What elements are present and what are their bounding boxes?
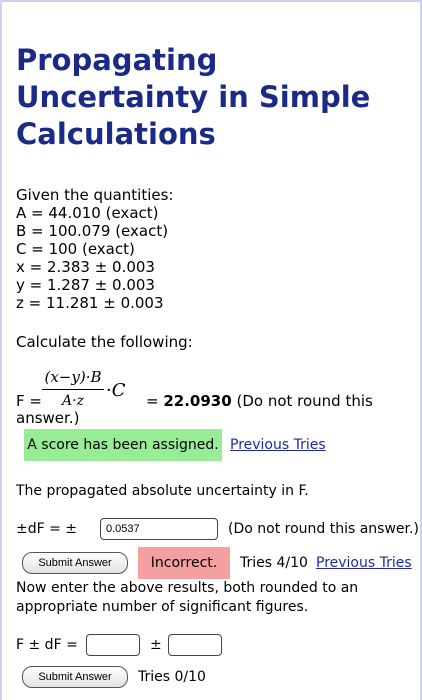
- previous-tries-link[interactable]: Previous Tries: [230, 437, 326, 453]
- calculate-header: Calculate the following:: [16, 333, 193, 351]
- given-line-z: z = 11.281 ± 0.003: [16, 294, 164, 312]
- given-line-c: C = 100 (exact): [16, 240, 135, 258]
- formula-fraction: (x−y)·B A·z: [42, 367, 104, 410]
- formula-times-c: ·C: [106, 380, 126, 401]
- given-quantities: Given the quantities: A = 44.010 (exact)…: [16, 186, 173, 312]
- tries-count: Tries 4/10: [240, 555, 308, 571]
- formula-numerator: (x−y)·B: [44, 368, 102, 386]
- plus-minus-sign: ±: [150, 637, 162, 653]
- given-line-x: x = 2.383 ± 0.003: [16, 258, 155, 276]
- page-title: Propagating Uncertainty in Simple Calcul…: [16, 43, 371, 151]
- submit-row-df: Submit Answer Incorrect. Tries 4/10 Prev…: [22, 547, 422, 579]
- f-value-input[interactable]: [86, 634, 140, 656]
- final-label: F ± dF =: [16, 637, 78, 653]
- previous-tries-link[interactable]: Previous Tries: [316, 555, 412, 571]
- given-line-y: y = 1.287 ± 0.003: [16, 276, 155, 294]
- page-frame: Propagating Uncertainty in Simple Calcul…: [0, 0, 422, 700]
- incorrect-badge: Incorrect.: [138, 547, 230, 579]
- score-assigned-badge: A score has been assigned.: [24, 429, 222, 461]
- formula-note-continued: answer.): [16, 409, 80, 427]
- propagated-uncertainty-text: The propagated absolute uncertainty in F…: [16, 483, 309, 499]
- fraction-bar: [42, 389, 104, 390]
- submit-answer-button[interactable]: Submit Answer: [22, 666, 128, 688]
- submit-row-final: Submit Answer Tries 0/10: [22, 664, 322, 692]
- tries-count: Tries 0/10: [138, 669, 206, 685]
- given-header: Given the quantities:: [16, 186, 174, 204]
- df-input[interactable]: 0.0537: [100, 518, 218, 540]
- formula-note: (Do not round this: [236, 392, 373, 410]
- formula-result: = 22.0930 (Do not round this: [146, 392, 373, 410]
- df-note: (Do not round this answer.): [228, 521, 419, 537]
- instructions-text: Now enter the above results, both rounde…: [16, 580, 359, 615]
- df-label: ±dF = ±: [16, 521, 78, 537]
- given-line-b: B = 100.079 (exact): [16, 222, 169, 240]
- df-row: ±dF = ± 0.0537 (Do not round this answer…: [16, 518, 419, 542]
- formula-value: 22.0930: [163, 392, 232, 410]
- formula-lead: F =: [16, 392, 42, 410]
- formula-equals: =: [146, 392, 159, 410]
- final-answer-row: F ± dF = ±: [16, 634, 416, 658]
- df-value-input[interactable]: [168, 634, 222, 656]
- given-line-a: A = 44.010 (exact): [16, 204, 159, 222]
- submit-answer-button[interactable]: Submit Answer: [22, 552, 128, 574]
- formula-denominator: A·z: [62, 393, 84, 409]
